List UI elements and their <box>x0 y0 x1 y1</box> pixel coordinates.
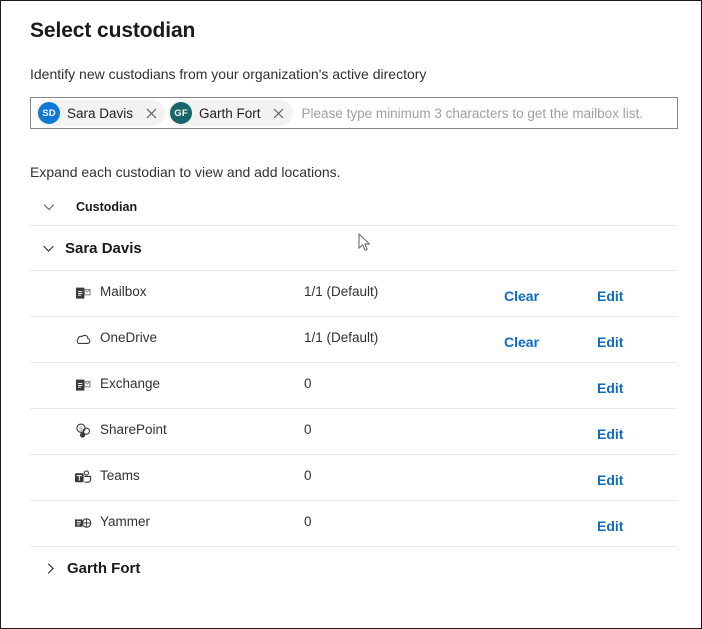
screenshot-frame: Select custodian Identify new custodians… <box>0 0 702 629</box>
location-count: 1/1 (Default) <box>304 330 378 345</box>
clear-link[interactable]: Clear <box>504 334 539 350</box>
location-name: Exchange <box>100 376 160 391</box>
list-group-header[interactable]: Custodian <box>30 189 677 225</box>
edit-link[interactable]: Edit <box>597 518 623 534</box>
yammer-icon <box>74 514 92 532</box>
token-label: Garth Fort <box>192 106 269 121</box>
custodian-people-picker[interactable]: SD Sara Davis GF Garth Fort Please type … <box>30 97 678 129</box>
location-row-teams[interactable]: Teams 0 Edit <box>30 455 677 500</box>
avatar: GF <box>170 102 192 124</box>
custodian-token-sara-davis[interactable]: SD Sara Davis <box>36 100 165 126</box>
location-name: Teams <box>100 468 140 483</box>
location-row-onedrive[interactable]: OneDrive 1/1 (Default) Clear Edit <box>30 317 677 362</box>
custodian-search-input[interactable]: Please type minimum 3 characters to get … <box>293 106 675 121</box>
location-count: 0 <box>304 376 312 391</box>
custodian-name: Sara Davis <box>65 240 142 257</box>
sharepoint-icon: S <box>74 422 92 440</box>
location-name: Mailbox <box>100 284 147 299</box>
location-count: 0 <box>304 514 312 529</box>
location-count: 1/1 (Default) <box>304 284 378 299</box>
location-row-sharepoint[interactable]: S SharePoint 0 Edit <box>30 409 677 454</box>
location-row-mailbox[interactable]: Mailbox 1/1 (Default) Clear Edit <box>30 271 677 316</box>
edit-link[interactable]: Edit <box>597 426 623 442</box>
close-icon[interactable] <box>269 101 289 125</box>
location-count: 0 <box>304 468 312 483</box>
custodian-name: Garth Fort <box>67 560 140 577</box>
teams-icon <box>74 468 92 486</box>
clear-link[interactable]: Clear <box>504 288 539 304</box>
location-row-yammer[interactable]: Yammer 0 Edit <box>30 501 677 546</box>
close-icon[interactable] <box>141 101 161 125</box>
page-title: Select custodian <box>30 19 195 43</box>
page-subtitle: Identify new custodians from your organi… <box>30 66 426 82</box>
location-name: SharePoint <box>100 422 167 437</box>
edit-link[interactable]: Edit <box>597 334 623 350</box>
instruction-text: Expand each custodian to view and add lo… <box>30 164 341 180</box>
exchange-icon <box>74 376 92 394</box>
chevron-right-icon[interactable] <box>43 561 58 576</box>
exchange-icon <box>74 284 92 302</box>
location-name: OneDrive <box>100 330 157 345</box>
location-count: 0 <box>304 422 312 437</box>
column-header-custodian: Custodian <box>76 200 137 214</box>
avatar: SD <box>38 102 60 124</box>
chevron-down-icon[interactable] <box>42 200 56 214</box>
token-label: Sara Davis <box>60 106 141 121</box>
custodian-token-garth-fort[interactable]: GF Garth Fort <box>168 100 293 126</box>
edit-link[interactable]: Edit <box>597 472 623 488</box>
custodian-row-garth-fort[interactable]: Garth Fort <box>30 547 677 589</box>
custodian-row-sara-davis[interactable]: Sara Davis <box>30 226 677 270</box>
svg-text:S: S <box>79 427 83 433</box>
location-name: Yammer <box>100 514 150 529</box>
edit-link[interactable]: Edit <box>597 380 623 396</box>
chevron-down-icon[interactable] <box>41 241 56 256</box>
onedrive-icon <box>74 330 92 348</box>
edit-link[interactable]: Edit <box>597 288 623 304</box>
custodian-list: Custodian Sara Davis <box>30 189 677 589</box>
location-row-exchange[interactable]: Exchange 0 Edit <box>30 363 677 408</box>
